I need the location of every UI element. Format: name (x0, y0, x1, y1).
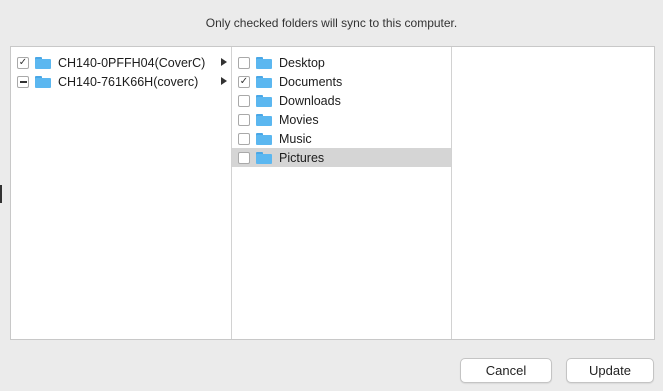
folder-icon (256, 113, 272, 126)
header: Only checked folders will sync to this c… (0, 0, 663, 46)
disclosure-arrow-icon[interactable] (221, 77, 227, 85)
folder-icon (256, 151, 272, 164)
device-row[interactable]: CH140-761K66H(coverc) (11, 72, 231, 91)
folder-label: Desktop (279, 55, 325, 70)
folder-label: Music (279, 131, 312, 146)
device-label: CH140-0PFFH04(CoverC) (58, 55, 206, 70)
folder-icon (256, 56, 272, 69)
device-row[interactable]: ✓ CH140-0PFFH04(CoverC) (11, 53, 231, 72)
folder-label: Movies (279, 112, 319, 127)
folder-row[interactable]: Music (232, 129, 451, 148)
folder-icon (256, 75, 272, 88)
folder-icon (35, 56, 51, 69)
update-button[interactable]: Update (566, 358, 654, 383)
device-label: CH140-761K66H(coverc) (58, 74, 199, 89)
folder-checkbox[interactable] (238, 113, 250, 126)
subfolders-column (452, 47, 654, 339)
cancel-button[interactable]: Cancel (460, 358, 552, 383)
folder-label: Documents (279, 74, 343, 89)
folder-row[interactable]: Desktop (232, 53, 451, 72)
sync-dialog: Only checked folders will sync to this c… (0, 0, 663, 391)
devices-column: ✓ CH140-0PFFH04(CoverC) CH140-761K66H(co… (11, 47, 232, 339)
folder-label: Downloads (279, 93, 341, 108)
footer: Cancel Update (0, 340, 663, 391)
folder-browser: ✓ CH140-0PFFH04(CoverC) CH140-761K66H(co… (10, 46, 655, 340)
folder-checkbox[interactable]: ✓ (238, 75, 250, 88)
folder-checkbox[interactable] (238, 151, 250, 164)
folder-icon (256, 94, 272, 107)
folders-column: Desktop ✓ Documents Downloads Movies Mus… (232, 47, 452, 339)
folder-label: Pictures (279, 150, 325, 165)
folder-row[interactable]: Downloads (232, 91, 451, 110)
device-checkbox-mixed[interactable] (17, 75, 29, 88)
folder-checkbox[interactable] (238, 132, 250, 145)
folder-row-selected[interactable]: Pictures (232, 148, 451, 167)
folder-icon (256, 132, 272, 145)
sync-message: Only checked folders will sync to this c… (205, 16, 458, 30)
folder-row[interactable]: ✓ Documents (232, 72, 451, 91)
window-edge-marker (0, 185, 2, 203)
folder-checkbox[interactable] (238, 94, 250, 107)
folder-row[interactable]: Movies (232, 110, 451, 129)
folder-checkbox[interactable] (238, 56, 250, 69)
folder-icon (35, 75, 51, 88)
disclosure-arrow-icon[interactable] (221, 58, 227, 66)
device-checkbox[interactable]: ✓ (17, 56, 29, 69)
